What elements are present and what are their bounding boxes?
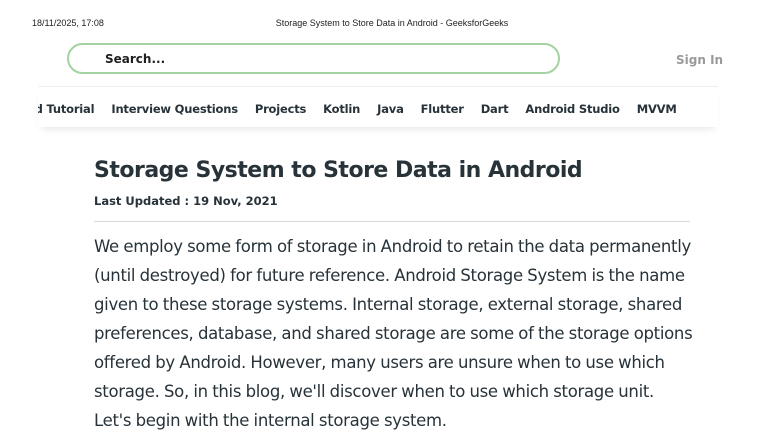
print-page-title: Storage System to Store Data in Android … [275,18,509,28]
article: Storage System to Store Data in Android … [94,155,694,441]
article-body: We employ some form of storage in Androi… [94,237,693,430]
article-title: Storage System to Store Data in Android [94,158,583,183]
sign-in-button[interactable]: Sign In [676,53,723,67]
nav-item-java[interactable]: Java [377,102,404,116]
last-updated: Last Updated : 19 Nov, 2021 [94,194,278,208]
nav-item-android-tutorial[interactable]: Android Tutorial [38,102,95,116]
nav-item-flutter[interactable]: Flutter [421,102,464,116]
search-box[interactable] [67,43,560,74]
nav-item-dart[interactable]: Dart [481,102,509,116]
nav-item-kotlin[interactable]: Kotlin [323,102,360,116]
nav-item-projects[interactable]: Projects [255,102,307,116]
topic-nav-list: Android Tutorial Interview Questions Proje… [38,98,694,117]
nav-item-interview-questions[interactable]: Interview Questions [111,102,238,116]
topic-nav-bar: Android Tutorial Interview Questions Proje… [38,86,718,127]
title-divider [94,221,690,222]
nav-item-android-studio[interactable]: Android Studio [525,102,620,116]
page: 18/11/2025, 17:08 Storage System to Stor… [0,0,784,441]
search-input[interactable] [105,50,525,68]
print-header: 18/11/2025, 17:08 Storage System to Stor… [0,18,784,32]
nav-item-mvvm[interactable]: MVVM [637,102,677,116]
